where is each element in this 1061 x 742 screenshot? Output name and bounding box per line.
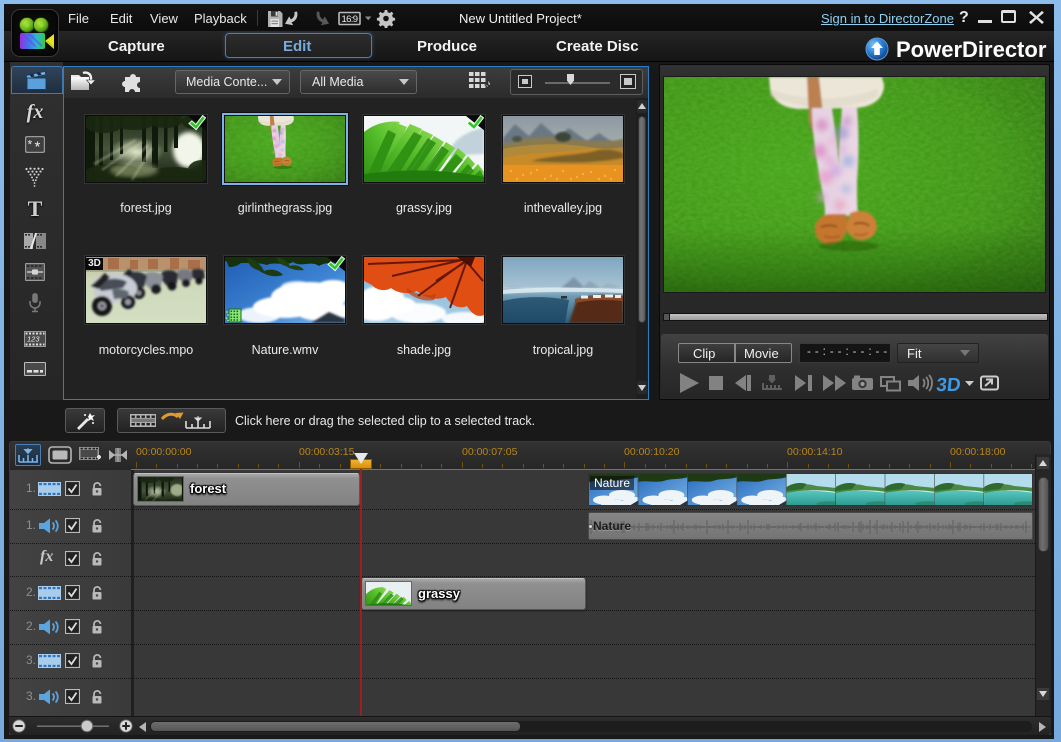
svg-text:*: * xyxy=(28,137,33,151)
svg-text:3D: 3D xyxy=(935,375,961,396)
svg-text:16:9: 16:9 xyxy=(342,14,359,25)
svg-text:*: * xyxy=(35,138,41,154)
svg-text:123: 123 xyxy=(27,335,40,344)
